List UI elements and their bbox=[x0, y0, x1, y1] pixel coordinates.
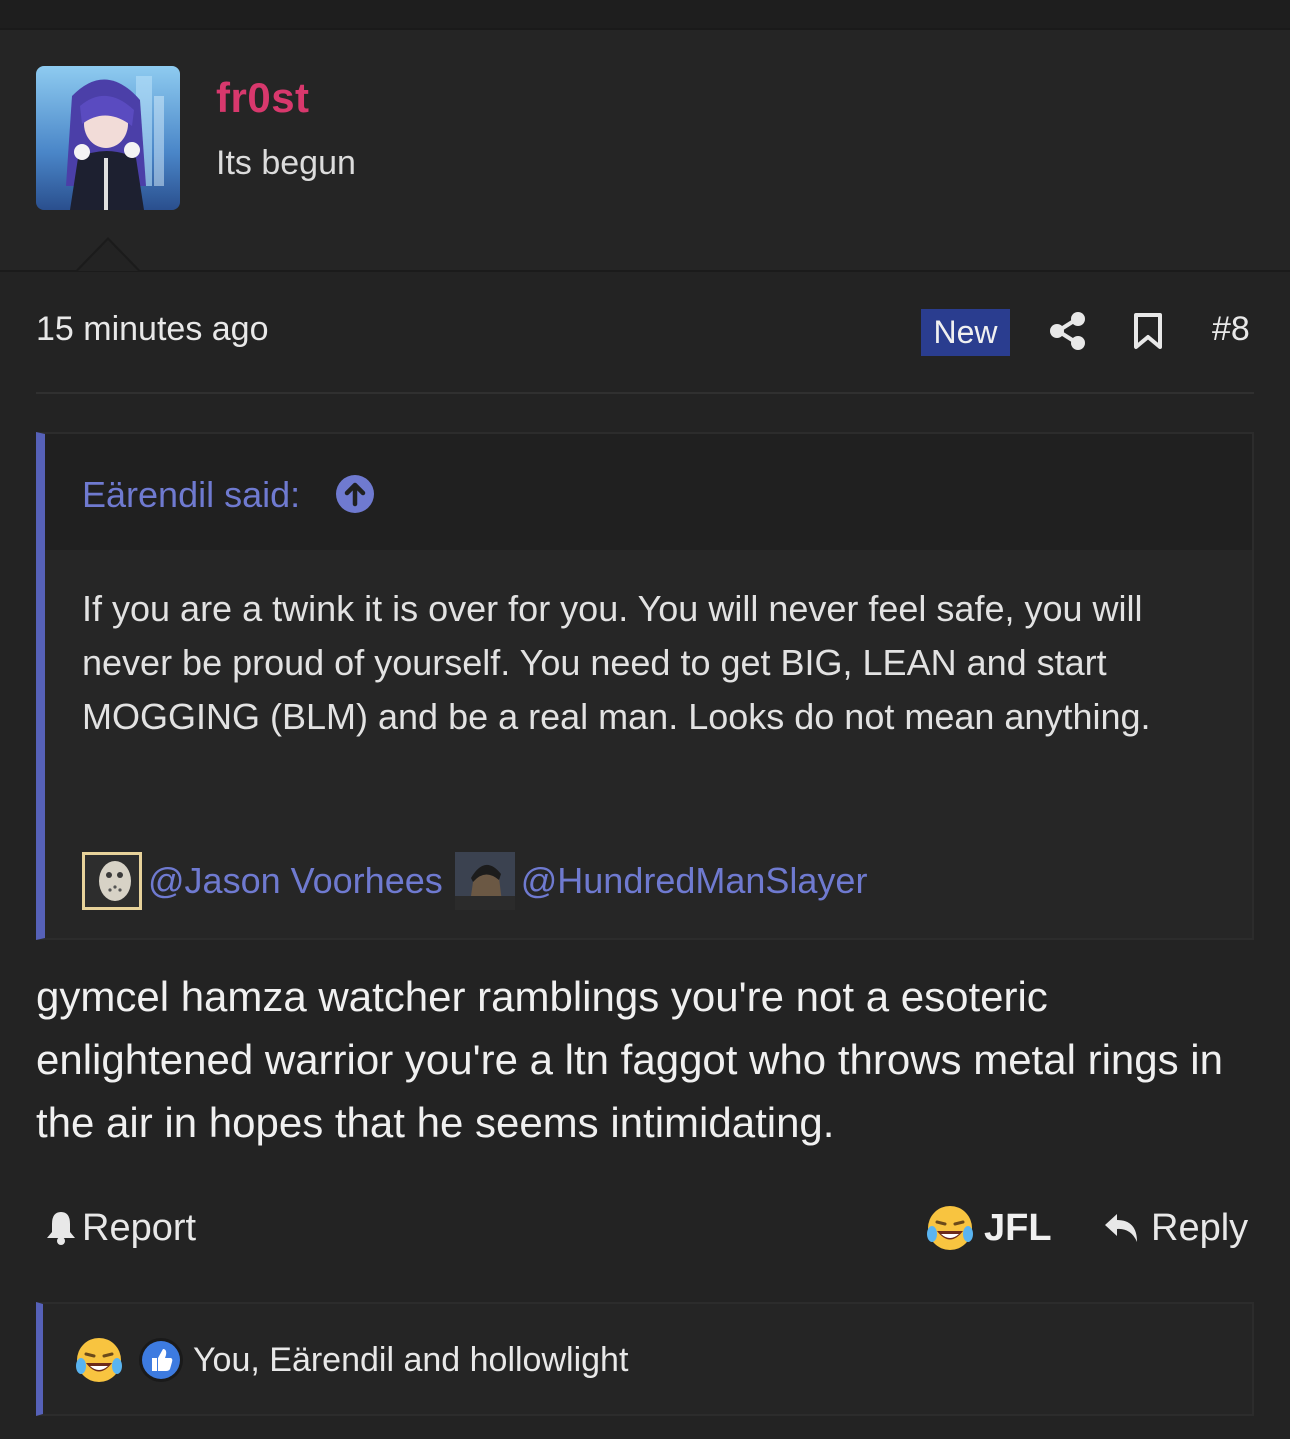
mention-link-jason[interactable]: @Jason Voorhees bbox=[148, 860, 443, 902]
jfl-label: JFL bbox=[984, 1206, 1052, 1249]
thumbs-up-icon bbox=[139, 1338, 183, 1382]
post-timestamp[interactable]: 15 minutes ago bbox=[36, 310, 269, 349]
report-label: Report bbox=[82, 1206, 197, 1249]
crying-laughing-emoji-icon bbox=[76, 1338, 122, 1382]
mention-avatar-jason[interactable] bbox=[82, 852, 142, 910]
reply-button[interactable]: Reply bbox=[1103, 1205, 1248, 1251]
quote-mentions: @Jason Voorhees @HundredManSlayer bbox=[82, 852, 867, 910]
reply-label: Reply bbox=[1151, 1206, 1249, 1249]
reply-arrow-icon bbox=[1105, 1214, 1137, 1242]
quote-block: Eärendil said: If you are a twink it is … bbox=[36, 432, 1254, 940]
top-bar bbox=[0, 0, 1290, 30]
post-message: gymcel hamza watcher ramblings you're no… bbox=[36, 973, 1223, 1146]
reactions-summary[interactable]: You, Eärendil and hollowlight bbox=[193, 1336, 628, 1384]
post-number-link[interactable]: #8 bbox=[1212, 310, 1250, 349]
mention-avatar-hundred[interactable] bbox=[454, 852, 515, 910]
bookmark-icon[interactable] bbox=[1133, 312, 1163, 350]
mention-link-hundredmanslayer[interactable]: @HundredManSlayer bbox=[521, 860, 868, 902]
crying-laughing-emoji-icon bbox=[927, 1206, 973, 1250]
arrow-up-circle-icon[interactable] bbox=[335, 474, 375, 514]
user-title: Its begun bbox=[216, 144, 356, 182]
divider bbox=[36, 392, 1254, 394]
quote-body: If you are a twink it is over for you. Y… bbox=[82, 588, 1151, 737]
new-badge: New bbox=[921, 309, 1010, 356]
report-button[interactable]: Report bbox=[44, 1205, 196, 1251]
bell-icon bbox=[47, 1212, 75, 1245]
username[interactable]: fr0st bbox=[216, 74, 310, 122]
reactions-bar[interactable]: You, Eärendil and hollowlight bbox=[36, 1302, 1254, 1416]
quote-author[interactable]: Eärendil said: bbox=[82, 474, 300, 516]
user-avatar[interactable] bbox=[36, 66, 180, 210]
share-icon[interactable] bbox=[1049, 311, 1087, 351]
post-user-block: fr0st Its begun bbox=[0, 30, 1290, 272]
jfl-reaction-button[interactable]: JFL bbox=[926, 1203, 1052, 1253]
quote-header: Eärendil said: bbox=[45, 434, 1252, 550]
